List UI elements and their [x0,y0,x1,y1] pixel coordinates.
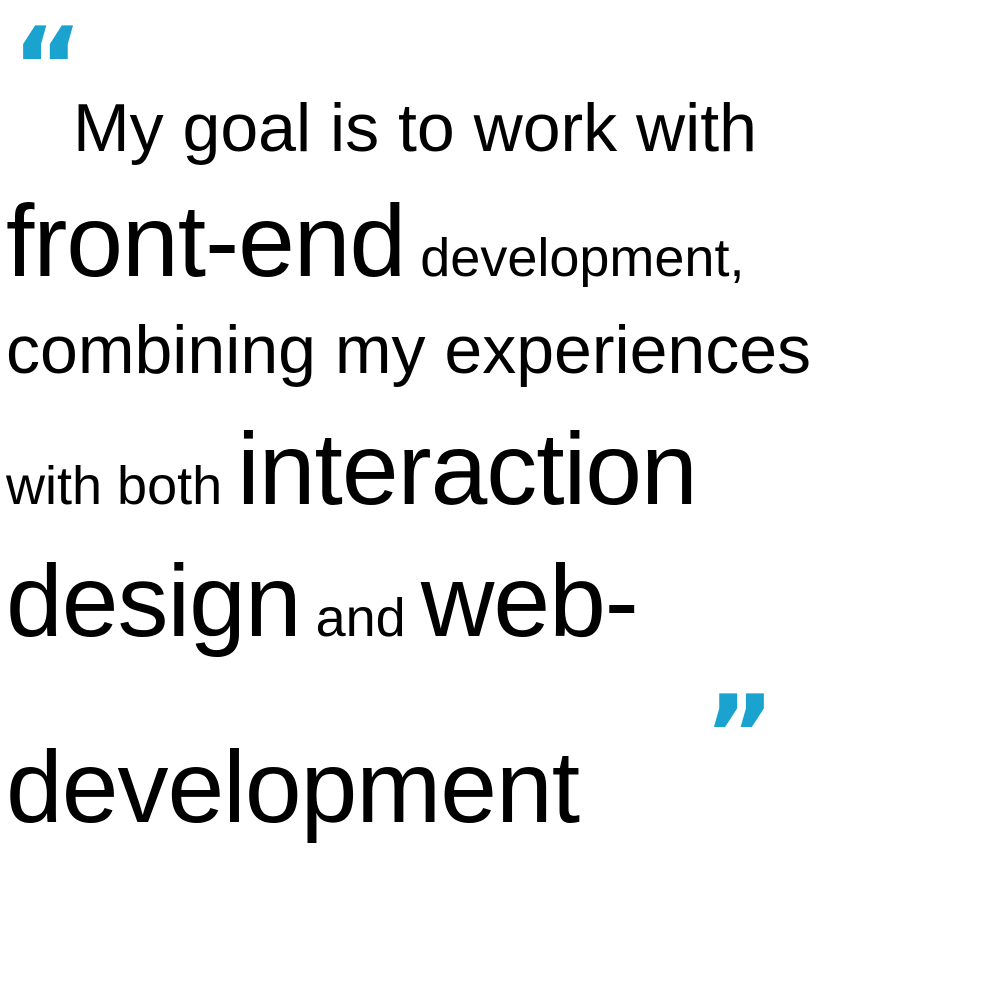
emphasis-interaction: interaction [237,412,698,526]
emphasis-design: design [6,544,302,658]
quote-line-2: front-end development, [6,190,744,292]
quote-line-3: combining my experiences [6,312,812,388]
close-quote-icon: ” [704,673,775,798]
emphasis-development: development [6,730,580,844]
text-and: and [300,588,421,648]
quote-line-4: with both interaction [6,418,698,520]
quote-line-1: My goal is to work with [73,90,757,166]
quote-line-5: design and web- [6,550,639,652]
text-development: development, [405,228,745,288]
text-with-both: with both [6,456,238,516]
emphasis-front-end: front-end [6,184,406,298]
quote-block: “ My goal is to work with front-end deve… [0,0,1000,1000]
emphasis-web: web- [420,544,639,658]
quote-line-6: development [6,736,580,838]
